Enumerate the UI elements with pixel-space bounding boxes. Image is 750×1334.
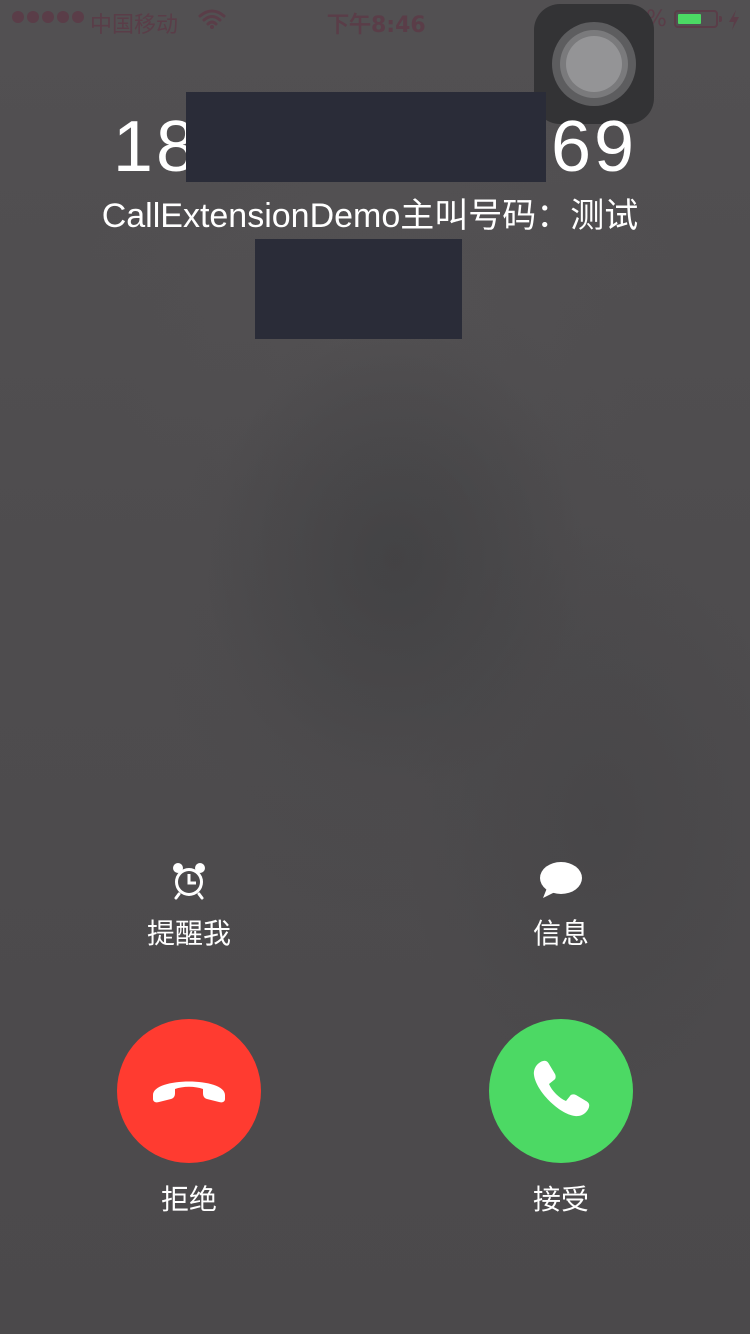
redaction-block (255, 239, 462, 339)
remind-me-label: 提醒我 (146, 917, 231, 950)
message-label: 信息 (532, 917, 589, 950)
caller-number-suffix: 69 (551, 107, 638, 187)
hang-up-phone-icon (147, 1069, 231, 1113)
clock-time: 下午8:46 (327, 13, 426, 38)
message-button[interactable]: 信息 (481, 860, 641, 952)
redaction-block (186, 92, 546, 182)
decline-call-button[interactable] (117, 1019, 261, 1163)
phone-icon (529, 1057, 593, 1125)
wifi-icon (198, 8, 226, 36)
assistive-touch-ring (552, 22, 636, 106)
speech-bubble-icon (481, 860, 641, 904)
carrier-name: 中国移动 (90, 13, 179, 38)
alarm-clock-icon (109, 860, 269, 904)
accept-call-button[interactable] (489, 1019, 633, 1163)
battery-icon (674, 10, 722, 28)
caller-label: CallExtensionDemo主叫号码：测试 (101, 197, 639, 235)
signal-dots-icon (12, 11, 84, 23)
charging-bolt-icon (727, 9, 741, 37)
remind-me-button[interactable]: 提醒我 (109, 860, 269, 952)
accept-label: 接受 (532, 1183, 589, 1216)
decline-label: 拒绝 (160, 1183, 217, 1216)
battery-level (678, 14, 701, 24)
